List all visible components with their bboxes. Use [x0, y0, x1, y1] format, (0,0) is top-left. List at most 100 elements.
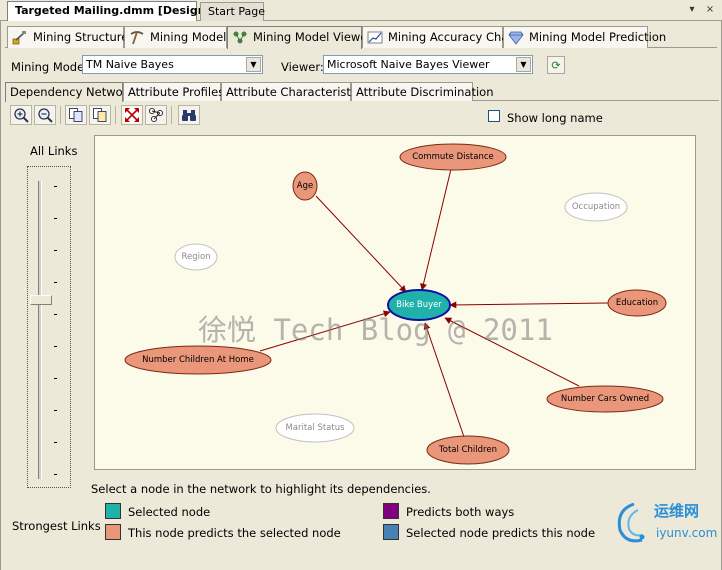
slider-thumb[interactable] [30, 294, 52, 305]
slider-tick [54, 410, 57, 411]
legend-label-both-ways: Predicts both ways [406, 505, 515, 519]
edge-number-cars-owned [444, 317, 580, 387]
node-label: Marital Status [285, 423, 345, 433]
viewer-select[interactable]: Microsoft Naive Bayes Viewer ▼ [323, 55, 533, 74]
slider-tick [54, 250, 57, 251]
links-slider[interactable] [27, 166, 71, 488]
mining-model-label: Mining Model: [11, 60, 92, 74]
tab-attribute-characteristics[interactable]: Attribute Characteristics [221, 82, 366, 101]
node-number-children-at-home[interactable]: Number Children At Home [124, 345, 272, 375]
viewer-tab-strip: Dependency Network Attribute Profiles At… [5, 82, 719, 102]
node-label: Region [181, 252, 210, 262]
accuracy-chart-icon [367, 30, 383, 45]
pickaxe-icon [129, 30, 145, 45]
edge-total-children [423, 322, 465, 438]
slider-track [38, 181, 42, 479]
legend-label-predicts-selected: This node predicts the selected node [128, 526, 341, 540]
tab-label: Attribute Profiles [128, 85, 225, 99]
node-label: Total Children [438, 445, 497, 455]
chevron-down-icon[interactable]: ▼ [246, 57, 261, 72]
binoculars-icon [182, 110, 196, 121]
copy-button[interactable] [65, 105, 87, 125]
node-bike-buyer[interactable]: Bike Buyer [387, 289, 451, 321]
node-label: Occupation [572, 202, 620, 212]
edge-number-children-at-home [259, 310, 391, 352]
zoom-in-icon [14, 108, 29, 123]
slider-tick [54, 474, 57, 475]
slider-tick [54, 282, 57, 283]
legend-swatch-selected-predicts [383, 524, 399, 540]
slider-tick [54, 346, 57, 347]
node-education[interactable]: Education [607, 289, 667, 317]
legend-label-selected-node: Selected node [128, 505, 211, 519]
edge-age [315, 195, 407, 293]
zoom-out-button[interactable] [34, 105, 56, 125]
mining-model-value: TM Naive Bayes [86, 58, 174, 71]
site-logo: 运维网 iyunv.com [612, 496, 722, 548]
layout-network-icon [148, 107, 164, 123]
tab-dependency-network[interactable]: Dependency Network [5, 82, 134, 102]
hint-text: Select a node in the network to highligh… [91, 482, 431, 496]
slider-tick [54, 378, 57, 379]
copy-icon [69, 108, 83, 122]
slider-tick [54, 218, 57, 219]
tab-mining-models[interactable]: Mining Models [124, 26, 232, 48]
copy-graph-view-button[interactable] [89, 105, 111, 125]
viewer-value: Microsoft Naive Bayes Viewer [327, 58, 490, 71]
slider-top-label: All Links [30, 144, 78, 158]
edge-commute-distance [420, 168, 452, 291]
tab-attribute-profiles[interactable]: Attribute Profiles [123, 82, 225, 101]
tab-mining-structure[interactable]: Mining Structure [7, 26, 128, 48]
tab-label: Dependency Network [10, 85, 135, 99]
document-tab-strip: Targeted Mailing.dmm [Design] Start Page… [0, 0, 722, 22]
node-label: Number Children At Home [142, 355, 254, 365]
tab-mining-accuracy-chart[interactable]: Mining Accuracy Chart [362, 26, 518, 48]
refresh-icon: ⟳ [551, 59, 561, 72]
toolbar-separator [60, 106, 61, 124]
zoom-in-button[interactable] [10, 105, 32, 125]
node-number-cars-owned[interactable]: Number Cars Owned [546, 385, 664, 413]
node-marital-status[interactable]: Marital Status [275, 413, 355, 443]
logo-text-cn: 运维网 [654, 502, 700, 520]
slider-tick [54, 314, 57, 315]
logo-text-url: iyunv.com [656, 526, 718, 540]
tab-label: Mining Accuracy Chart [388, 30, 518, 44]
tab-attribute-discrimination[interactable]: Attribute Discrimination [351, 82, 493, 101]
mining-structure-icon [12, 30, 28, 45]
close-icon[interactable]: × [703, 3, 717, 17]
toolbar-separator [171, 106, 172, 124]
chevron-down-icon[interactable]: ▼ [516, 57, 531, 72]
doc-tab-targeted-mailing[interactable]: Targeted Mailing.dmm [Design] [7, 1, 211, 22]
dependency-network-graph[interactable]: Occupation Region Marital Status Commute… [94, 135, 696, 470]
node-total-children[interactable]: Total Children [426, 435, 510, 465]
node-label: Commute Distance [412, 152, 494, 162]
copy-graph-icon [93, 108, 107, 122]
mining-model-select[interactable]: TM Naive Bayes ▼ [82, 55, 263, 74]
tab-label: Attribute Discrimination [356, 85, 494, 99]
window-list-dropdown-icon[interactable]: ▾ [685, 3, 699, 17]
tab-label: Mining Model Viewer [253, 30, 373, 44]
node-commute-distance[interactable]: Commute Distance [399, 143, 507, 171]
doc-tab-start-page[interactable]: Start Page [200, 2, 265, 21]
tab-label: Mining Models [150, 30, 233, 44]
network-svg: Occupation Region Marital Status Commute… [124, 143, 667, 465]
fit-to-window-icon [124, 107, 140, 123]
refresh-button[interactable]: ⟳ [547, 56, 565, 74]
tab-mining-model-viewer[interactable]: Mining Model Viewer [227, 26, 372, 49]
show-long-name-label: Show long name [507, 111, 603, 125]
slider-bottom-label: Strongest Links [12, 519, 101, 533]
node-label: Age [297, 181, 313, 191]
node-age[interactable]: Age [292, 171, 318, 201]
node-occupation[interactable]: Occupation [564, 192, 628, 222]
viewer-label: Viewer: [281, 60, 324, 74]
zoom-to-fit-button[interactable] [121, 105, 143, 125]
show-long-name-checkbox[interactable] [488, 110, 500, 122]
improve-layout-button[interactable] [145, 105, 167, 125]
node-region[interactable]: Region [174, 243, 218, 271]
tab-mining-model-prediction[interactable]: Mining Model Prediction [503, 26, 666, 48]
slider-tick [54, 186, 57, 187]
find-node-button[interactable] [178, 105, 200, 125]
edge-education [449, 301, 609, 309]
node-label: Education [616, 298, 658, 308]
designer-tab-strip: Mining Structure Mining Models Mining Mo… [5, 26, 717, 49]
